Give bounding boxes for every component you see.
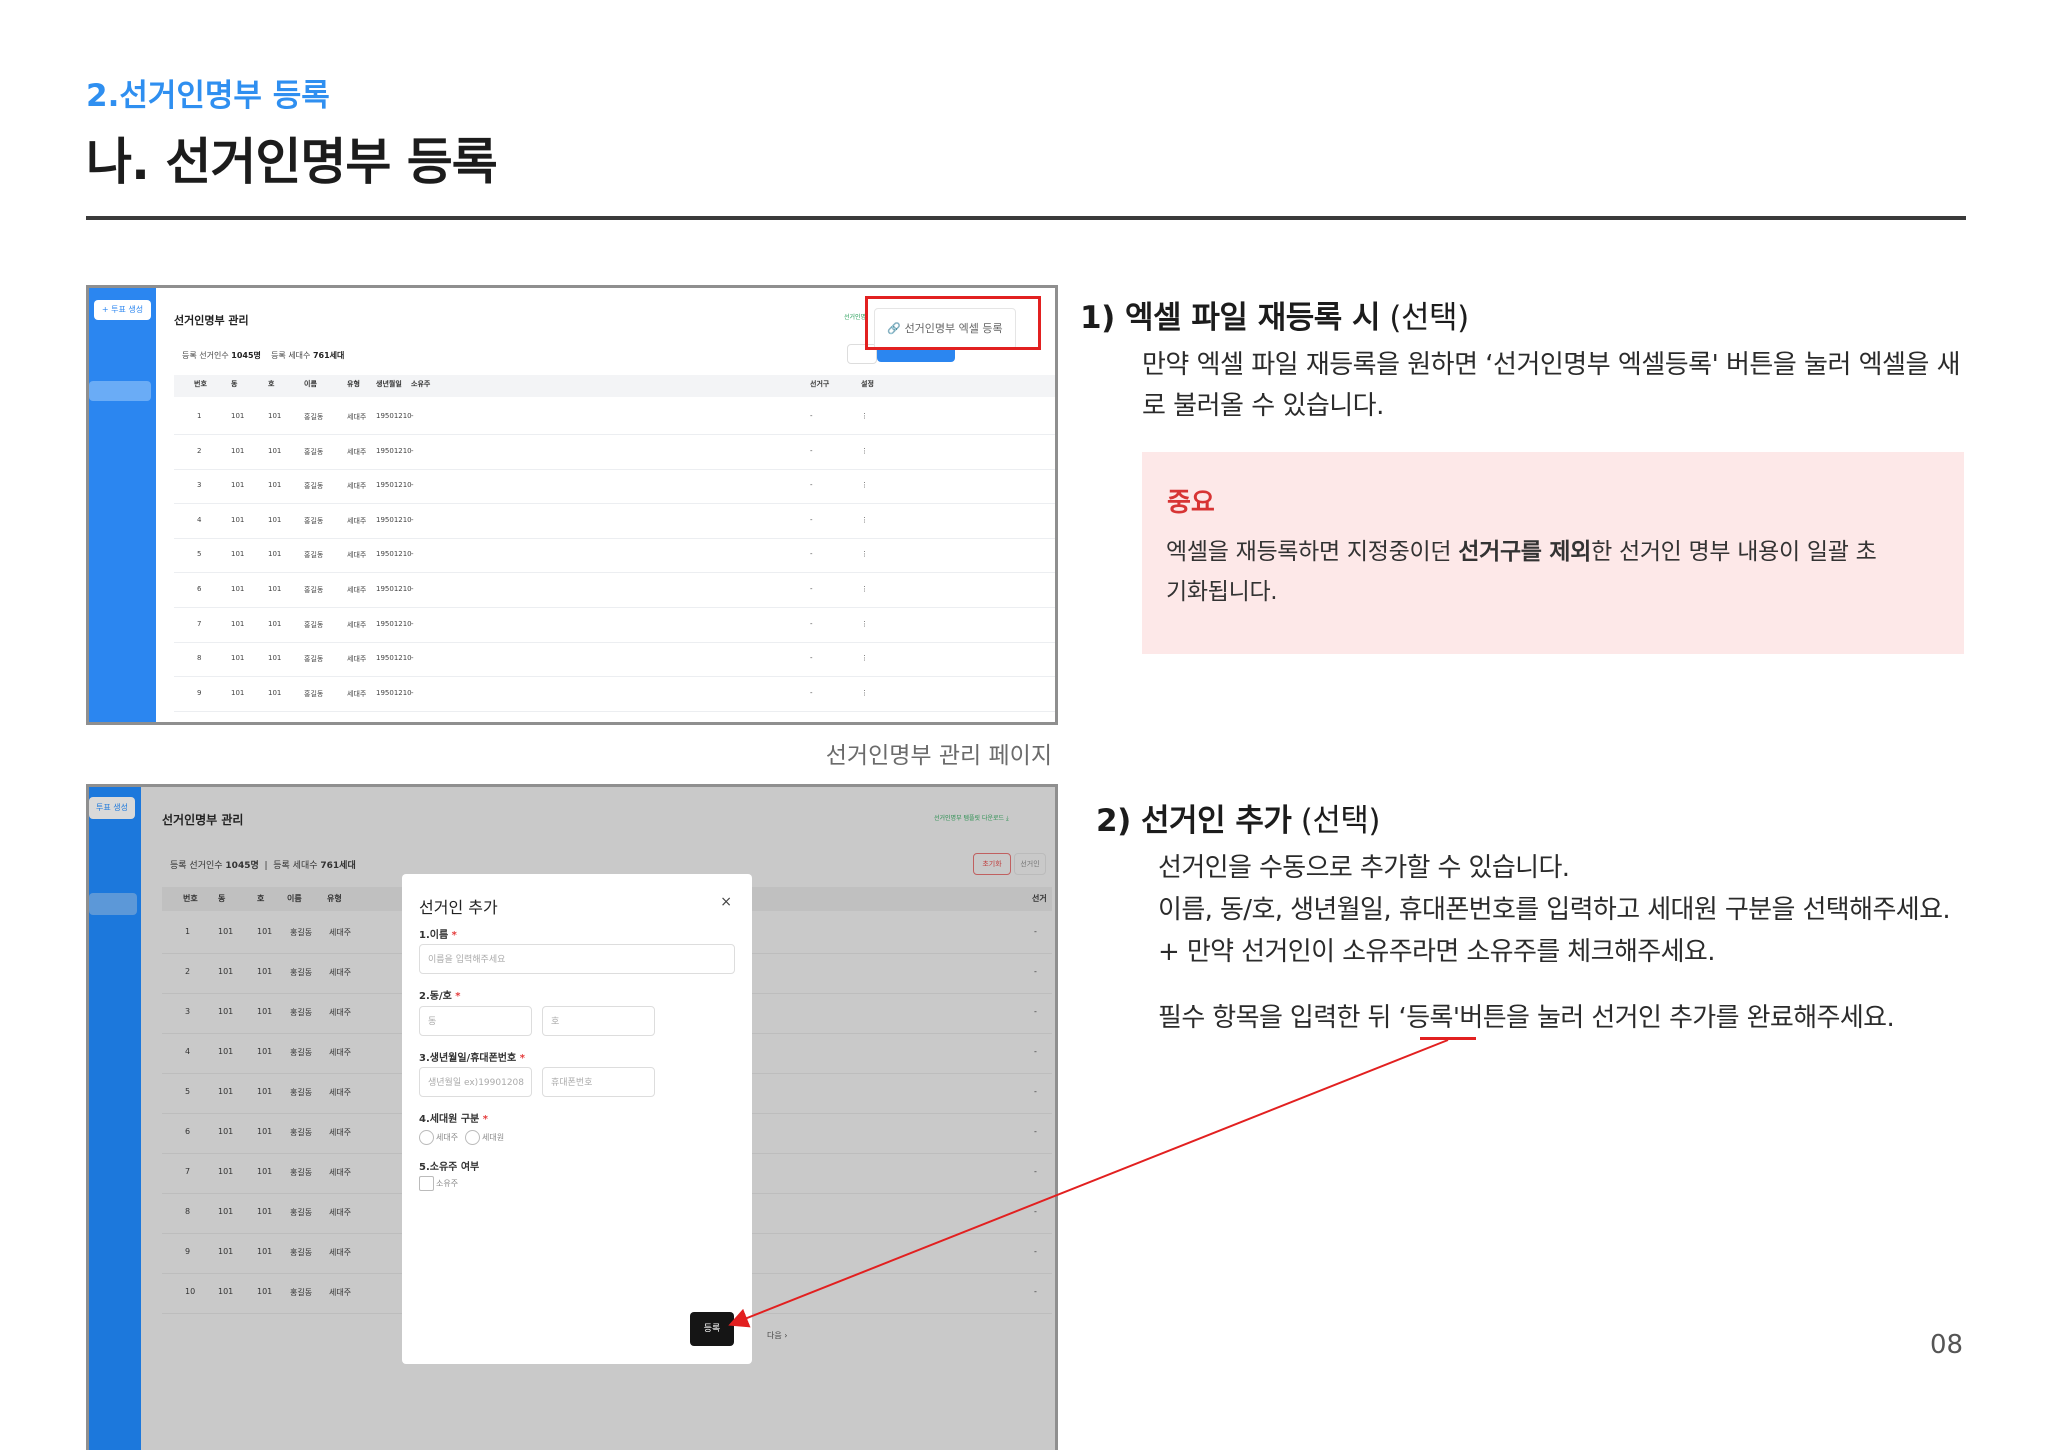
page-number: 08 [1930, 1330, 1964, 1360]
pointer-arrow [728, 1039, 1449, 1328]
arrow-line [728, 1039, 1449, 1328]
